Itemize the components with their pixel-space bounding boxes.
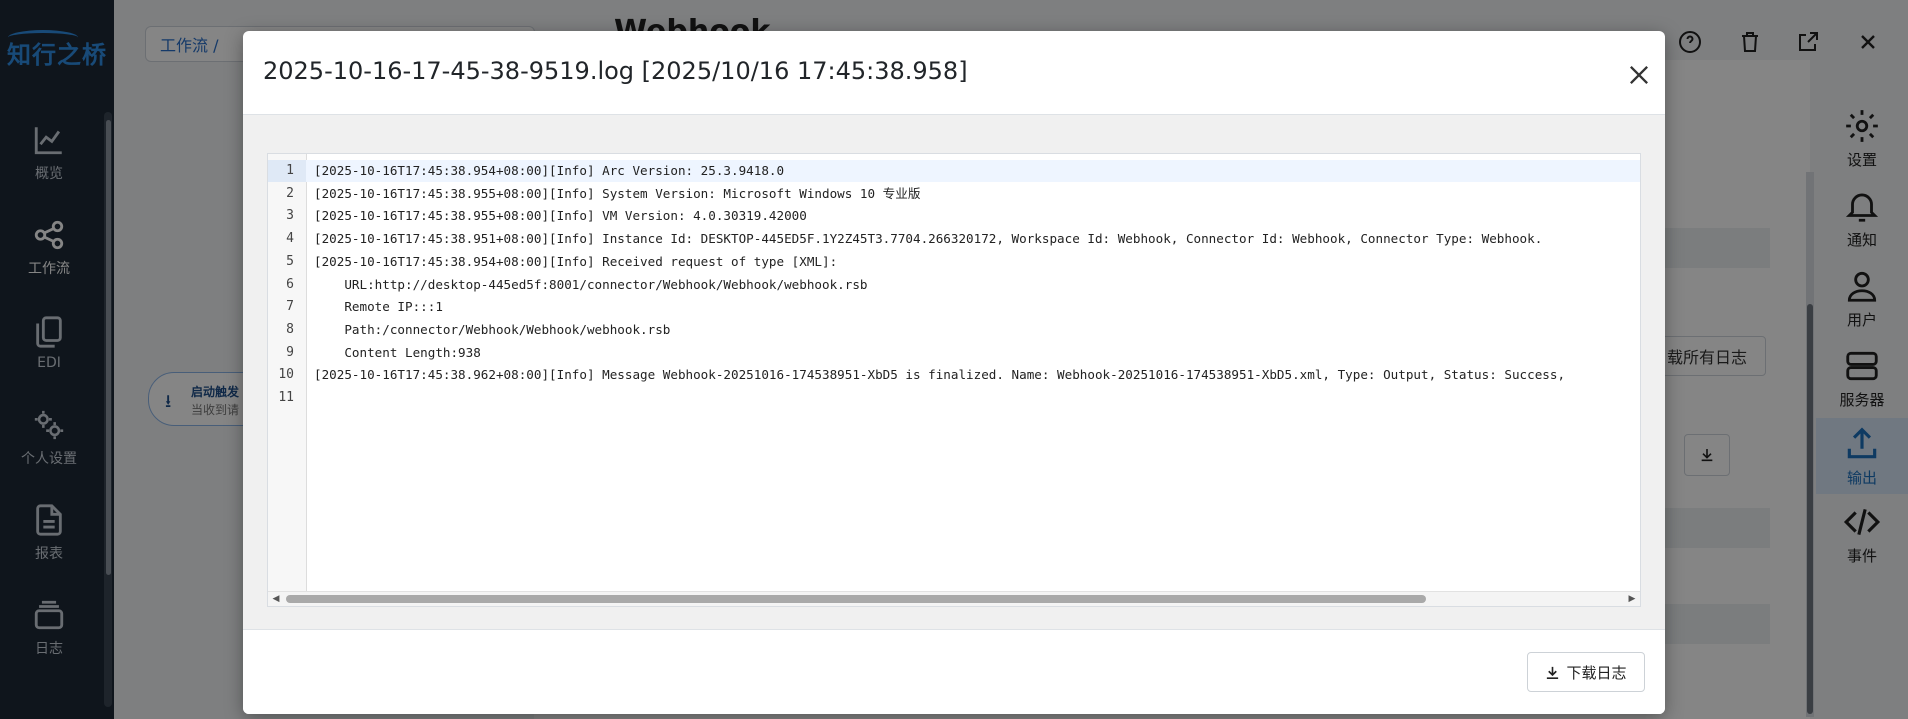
line-number: 4 [286, 231, 294, 247]
log-editor[interactable]: 1 [2025-10-16T17:45:38.954+08:00][Info] A… [267, 153, 1641, 607]
log-line: [2025-10-16T17:45:38.962+08:00][Info] Me… [314, 367, 1566, 383]
log-line: URL:http://desktop-445ed5f:8001/connecto… [314, 276, 868, 292]
line-number: 5 [286, 253, 294, 269]
line-number: 11 [278, 390, 294, 405]
download-log-button[interactable]: 下载日志 [1527, 652, 1645, 692]
line-number: 7 [286, 299, 294, 315]
close-icon[interactable] [1625, 61, 1653, 89]
modal-header: 2025-10-16-17-45-38-9519.log [2025/10/16… [243, 31, 1665, 115]
log-line: [2025-10-16T17:45:38.955+08:00][Info] VM… [314, 208, 807, 224]
horizontal-scrollbar-thumb[interactable] [286, 595, 1426, 603]
line-number: 1 [286, 163, 294, 178]
download-icon [1547, 666, 1559, 679]
modal-footer: 下载日志 [243, 629, 1665, 714]
line-number: 9 [286, 344, 294, 360]
scroll-left-icon[interactable]: ◀ [271, 594, 281, 604]
log-viewer-modal: 2025-10-16-17-45-38-9519.log [2025/10/16… [243, 31, 1665, 714]
download-log-label: 下载日志 [1566, 663, 1627, 682]
line-number: 6 [286, 276, 294, 292]
log-line: Path:/connector/Webhook/Webhook/webhook.… [314, 321, 671, 337]
log-line: [2025-10-16T17:45:38.955+08:00][Info] Sy… [314, 185, 921, 201]
line-number: 8 [286, 321, 294, 337]
line-number: 10 [278, 367, 294, 383]
modal-body: 1 [2025-10-16T17:45:38.954+08:00][Info] A… [243, 115, 1665, 629]
log-line: [2025-10-16T17:45:38.951+08:00][Info] In… [314, 231, 1543, 247]
line-number: 3 [286, 208, 294, 224]
log-line: [2025-10-16T17:45:38.954+08:00][Info] Ar… [314, 163, 785, 178]
modal-title: 2025-10-16-17-45-38-9519.log [2025/10/16… [263, 57, 968, 85]
log-line: [2025-10-16T17:45:38.954+08:00][Info] Re… [314, 253, 838, 269]
scroll-right-icon[interactable]: ▶ [1627, 594, 1637, 604]
log-line: Content Length:938 [314, 344, 481, 360]
line-number: 2 [286, 185, 294, 201]
log-line: Remote IP:::1 [314, 299, 443, 315]
